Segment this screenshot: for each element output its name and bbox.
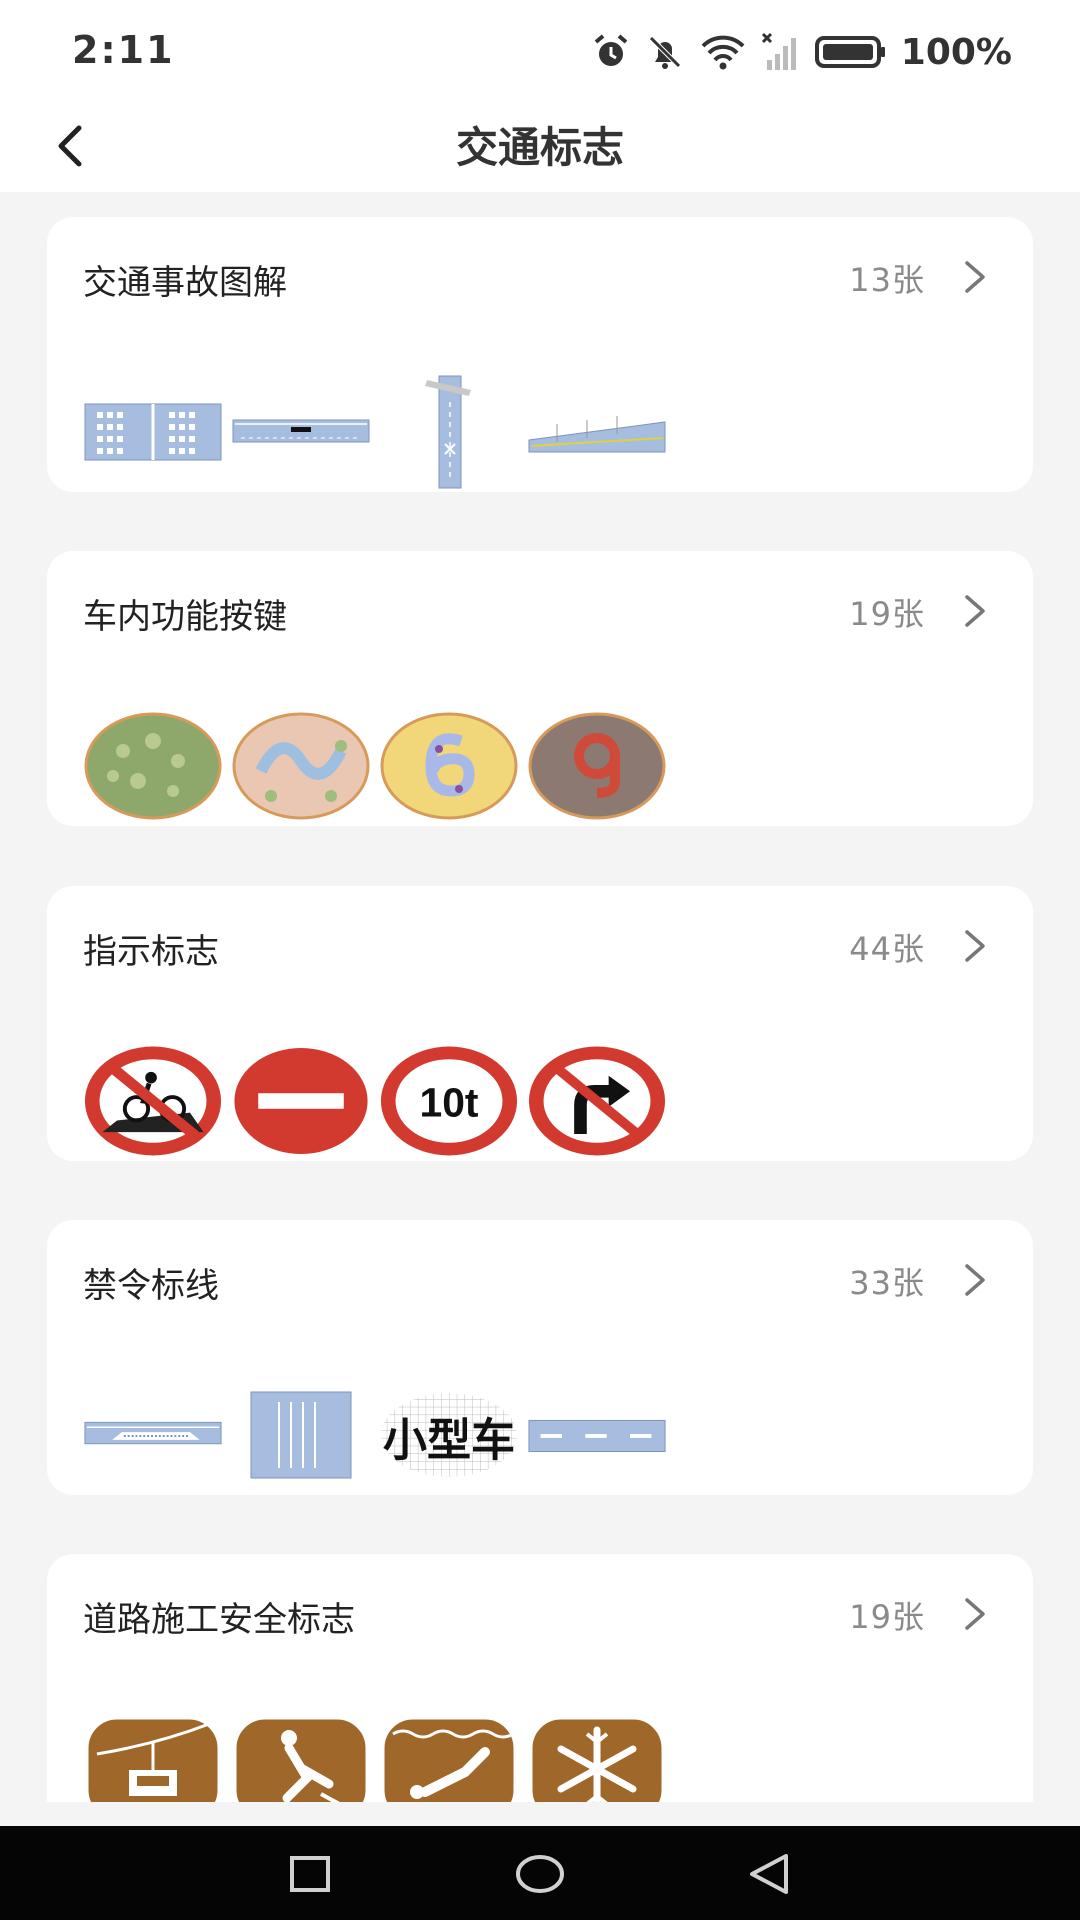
chevron-right-icon: [965, 930, 985, 962]
category-title: 车内功能按键: [83, 597, 287, 637]
thumb-color-plate-six[interactable]: [379, 706, 519, 826]
thumb-cable-car-sign[interactable]: [83, 1709, 223, 1802]
status-icons: 100%: [591, 30, 1012, 74]
thumb-road-diagram-parking[interactable]: [83, 372, 223, 492]
thumb-weight-limit-10t-sign[interactable]: 10t: [379, 1041, 519, 1161]
no-signal-icon: [761, 32, 796, 70]
category-card-in-car-buttons[interactable]: 车内功能按键 19张: [47, 551, 1033, 826]
battery-percent: 100%: [900, 31, 1012, 73]
thumb-color-plate-blue[interactable]: [231, 706, 371, 826]
thumb-road-marking-box[interactable]: [231, 1375, 371, 1495]
thumbnail-row: 小型车: [83, 1375, 667, 1495]
page-title: 交通标志: [455, 123, 624, 172]
category-count: 13张: [849, 261, 925, 299]
category-title: 指示标志: [83, 932, 219, 972]
wifi-icon: [701, 35, 745, 70]
back-nav-button[interactable]: [740, 1844, 800, 1904]
thumb-no-right-turn-sign[interactable]: [527, 1041, 667, 1161]
thumbnail-row: [83, 1709, 667, 1802]
chevron-right-icon: [965, 595, 985, 627]
thumb-diving-sign[interactable]: [379, 1709, 519, 1802]
thumb-road-diagram-slope[interactable]: [527, 372, 667, 492]
category-card-indication-signs[interactable]: 指示标志 44张 10t: [47, 886, 1033, 1161]
category-title: 道路施工安全标志: [83, 1600, 355, 1640]
thumb-snowflake-sign[interactable]: [527, 1709, 667, 1802]
category-card-accident-diagrams[interactable]: 交通事故图解 13张: [47, 217, 1033, 492]
thumb-road-marking-bus-stop[interactable]: [83, 1375, 223, 1495]
home-icon: [516, 1855, 564, 1893]
thumb-small-car-text-marking[interactable]: 小型车: [379, 1375, 519, 1495]
home-button[interactable]: [510, 1844, 570, 1904]
category-count: 33张: [849, 1264, 925, 1302]
chevron-right-icon: [965, 1598, 985, 1630]
chevron-right-icon: [965, 261, 985, 293]
thumb-road-diagram-lane[interactable]: [231, 372, 371, 492]
thumb-color-plate-nine[interactable]: [527, 706, 667, 826]
thumb-road-marking-dashed[interactable]: [527, 1375, 667, 1495]
category-count: 19张: [849, 595, 925, 633]
thumbnail-row: [83, 372, 667, 492]
thumb-no-bicycle-sign[interactable]: [83, 1041, 223, 1161]
thumbnail-row: [83, 706, 667, 826]
recent-apps-icon: [290, 1856, 330, 1892]
category-title: 交通事故图解: [83, 263, 287, 303]
status-bar: 2:11 100%: [0, 0, 1080, 100]
category-list[interactable]: 交通事故图解 13张 车内功能按键 19张 指示标志 44张 10t 禁令标线 …: [0, 192, 1080, 1802]
category-count: 19张: [849, 1598, 925, 1636]
category-card-road-construction-signs[interactable]: 道路施工安全标志 19张: [47, 1554, 1033, 1802]
app-bar: 交通标志: [0, 100, 1080, 192]
weight-limit-text: 10t: [419, 1080, 478, 1126]
small-car-text: 小型车: [383, 1413, 515, 1466]
status-time: 2:11: [72, 28, 175, 72]
thumb-ice-skating-sign[interactable]: [231, 1709, 371, 1802]
thumbnail-row: 10t: [83, 1041, 667, 1161]
system-nav-bar: [0, 1826, 1080, 1920]
category-title: 禁令标线: [83, 1266, 219, 1306]
thumb-no-entry-sign[interactable]: [231, 1041, 371, 1161]
back-triangle-icon: [750, 1854, 788, 1894]
category-card-prohibition-markings[interactable]: 禁令标线 33张 小型车: [47, 1220, 1033, 1495]
alarm-icon: [594, 34, 628, 66]
thumb-color-plate-green[interactable]: [83, 706, 223, 826]
category-count: 44张: [849, 930, 925, 968]
battery-icon: [814, 36, 885, 68]
bell-off-icon: [649, 36, 681, 69]
thumb-road-diagram-vertical[interactable]: [379, 372, 519, 492]
recent-apps-button[interactable]: [280, 1844, 340, 1904]
chevron-right-icon: [965, 1264, 985, 1296]
